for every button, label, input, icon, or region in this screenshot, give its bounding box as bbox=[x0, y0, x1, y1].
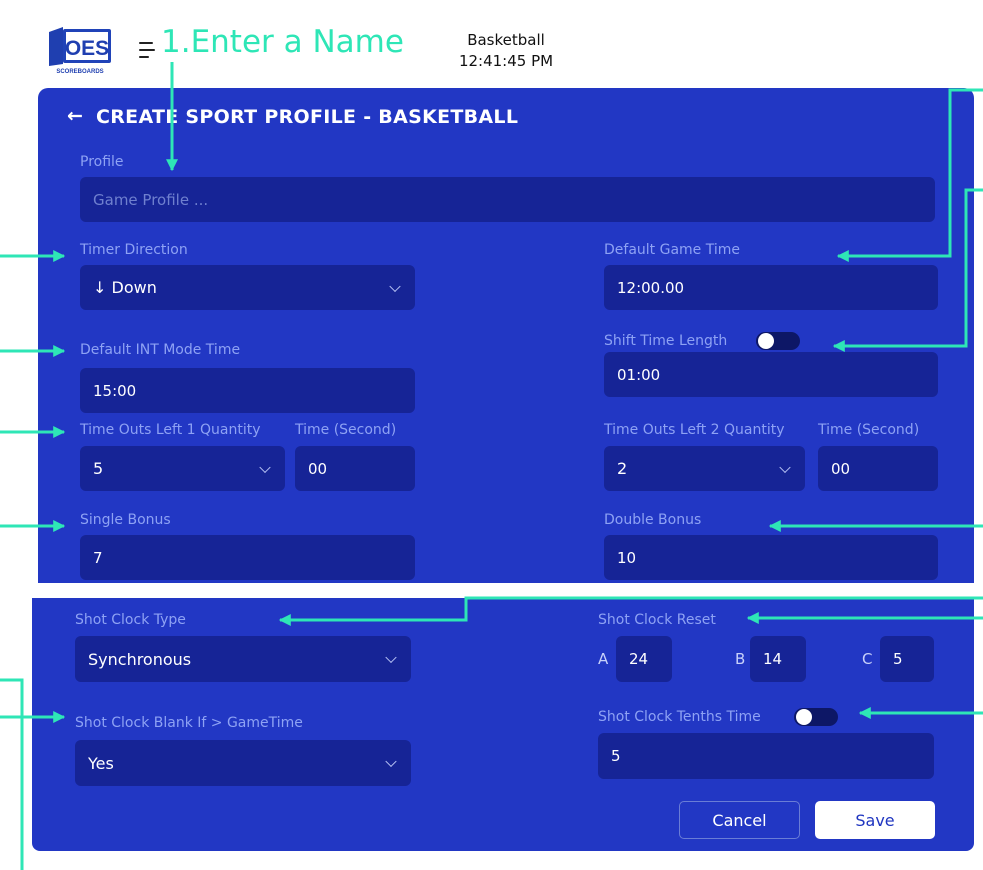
shot-clock-reset-label: Shot Clock Reset bbox=[598, 612, 716, 628]
time-outs-left-1-label: Time Outs Left 1 Quantity bbox=[80, 422, 261, 438]
reset-b-input[interactable]: 14 bbox=[750, 636, 806, 682]
shift-time-length-value: 01:00 bbox=[617, 365, 661, 384]
reset-b-label: B bbox=[735, 650, 746, 668]
time-outs-left-2-time-label: Time (Second) bbox=[818, 422, 920, 438]
current-sport: Basketball bbox=[467, 31, 545, 49]
arrow-blank bbox=[0, 678, 24, 870]
shift-time-length-label: Shift Time Length bbox=[604, 333, 728, 349]
default-int-mode-time-label: Default INT Mode Time bbox=[80, 342, 241, 358]
cancel-button[interactable]: Cancel bbox=[679, 801, 800, 839]
reset-b-value: 14 bbox=[763, 650, 783, 668]
time-outs-left-1-time-label: Time (Second) bbox=[295, 422, 397, 438]
shot-clock-type-label: Shot Clock Type bbox=[75, 612, 186, 628]
shot-clock-type-value: Synchronous bbox=[88, 649, 192, 669]
chevron-down-icon bbox=[385, 651, 397, 664]
chevron-down-icon bbox=[259, 461, 271, 473]
time-outs-left-1-value: 5 bbox=[93, 459, 104, 478]
time-outs-left-1-time-input[interactable]: 00 bbox=[295, 446, 415, 491]
timer-direction-label: Timer Direction bbox=[80, 242, 188, 258]
chevron-down-icon bbox=[385, 755, 397, 768]
single-bonus-input[interactable]: 7 bbox=[80, 535, 415, 580]
svg-text:OES: OES bbox=[65, 37, 109, 60]
reset-a-input[interactable]: 24 bbox=[616, 636, 672, 682]
time-outs-left-1-time-value: 00 bbox=[308, 459, 328, 478]
default-game-time-label: Default Game Time bbox=[604, 242, 740, 258]
single-bonus-value: 7 bbox=[93, 548, 103, 567]
reset-a-value: 24 bbox=[629, 650, 649, 668]
time-outs-left-2-label: Time Outs Left 2 Quantity bbox=[604, 422, 785, 438]
time-outs-left-2-time-input[interactable]: 00 bbox=[818, 446, 938, 491]
reset-c-value: 5 bbox=[893, 650, 903, 668]
toggle-knob bbox=[758, 333, 774, 349]
chevron-down-icon bbox=[389, 280, 401, 292]
time-outs-left-1-select[interactable]: 5 bbox=[80, 446, 285, 491]
double-bonus-input[interactable]: 10 bbox=[604, 535, 938, 580]
default-game-time-input[interactable]: 12:00.00 bbox=[604, 265, 938, 310]
shift-time-length-toggle[interactable] bbox=[756, 332, 800, 350]
reset-c-label: C bbox=[862, 650, 873, 668]
double-bonus-label: Double Bonus bbox=[604, 512, 702, 528]
save-button[interactable]: Save bbox=[815, 801, 935, 839]
shot-clock-blank-select[interactable]: Yes bbox=[75, 740, 411, 786]
shot-clock-tenths-label: Shot Clock Tenths Time bbox=[598, 709, 761, 725]
profile-placeholder: Game Profile ... bbox=[93, 190, 209, 209]
back-arrow-icon[interactable]: ← bbox=[67, 105, 83, 127]
default-int-mode-time-value: 15:00 bbox=[93, 381, 137, 400]
time-outs-left-2-value: 2 bbox=[617, 459, 628, 478]
default-game-time-value: 12:00.00 bbox=[617, 278, 685, 297]
time-outs-left-2-time-value: 00 bbox=[831, 459, 851, 478]
shot-clock-blank-value: Yes bbox=[88, 753, 114, 773]
profile-input[interactable]: Game Profile ... bbox=[80, 177, 935, 222]
form-panel-top bbox=[38, 88, 974, 583]
chevron-down-icon bbox=[779, 461, 791, 473]
profile-label: Profile bbox=[80, 154, 124, 170]
timer-direction-select[interactable]: ↓ Down bbox=[80, 265, 415, 310]
shift-time-length-input[interactable]: 01:00 bbox=[604, 352, 938, 397]
shot-clock-type-select[interactable]: Synchronous bbox=[75, 636, 411, 682]
timer-direction-value: ↓ Down bbox=[93, 278, 157, 297]
oes-scoreboards-logo: OES SCOREBOARDS bbox=[49, 27, 111, 75]
menu-icon[interactable] bbox=[139, 42, 155, 64]
shot-clock-tenths-input[interactable]: 5 bbox=[598, 733, 934, 779]
current-time: 12:41:45 PM bbox=[458, 52, 554, 70]
svg-text:SCOREBOARDS: SCOREBOARDS bbox=[56, 69, 103, 75]
shot-clock-tenths-toggle[interactable] bbox=[794, 708, 838, 726]
time-outs-left-2-select[interactable]: 2 bbox=[604, 446, 805, 491]
shot-clock-blank-label: Shot Clock Blank If > GameTime bbox=[75, 715, 303, 731]
reset-a-label: A bbox=[598, 650, 609, 668]
single-bonus-label: Single Bonus bbox=[80, 512, 171, 528]
shot-clock-tenths-value: 5 bbox=[611, 747, 621, 765]
annotation-enter-name: 1.Enter a Name bbox=[161, 24, 404, 60]
reset-c-input[interactable]: 5 bbox=[880, 636, 934, 682]
page-title: CREATE SPORT PROFILE - BASKETBALL bbox=[96, 106, 519, 128]
toggle-knob bbox=[796, 709, 812, 725]
default-int-mode-time-input[interactable]: 15:00 bbox=[80, 368, 415, 413]
double-bonus-value: 10 bbox=[617, 548, 637, 567]
